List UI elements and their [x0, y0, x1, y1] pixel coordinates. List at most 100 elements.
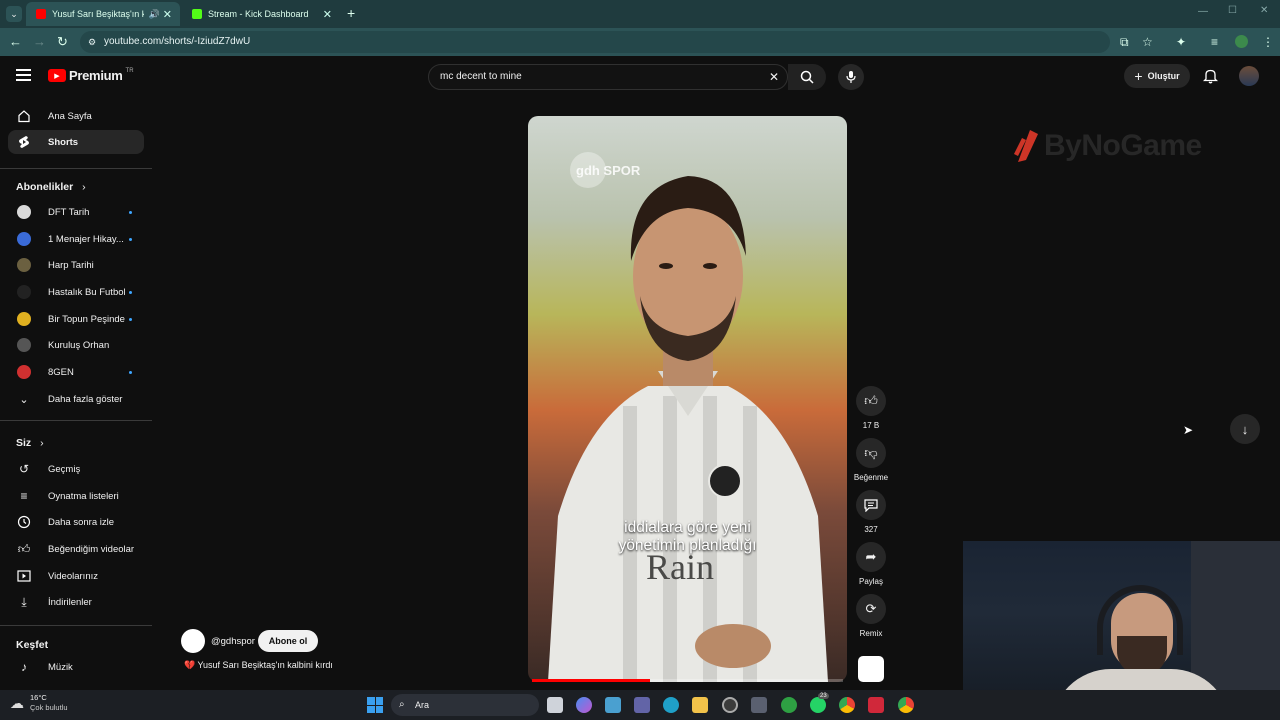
address-bar[interactable]: ⚙ youtube.com/shorts/-IziudZ7dwU	[80, 31, 1110, 53]
channel-avatar[interactable]	[181, 629, 205, 653]
app-icon[interactable]	[868, 697, 884, 713]
install-app-icon[interactable]: ⧉	[1120, 35, 1129, 50]
window-close-button[interactable]: ✕	[1260, 5, 1268, 16]
search-icon	[800, 70, 814, 84]
notifications-bell-icon[interactable]	[1202, 68, 1219, 89]
sidebar-item-shorts[interactable]: Shorts	[8, 130, 144, 154]
microphone-icon	[846, 71, 856, 83]
sidebar-item-liked[interactable]: 👍︎ Beğendiğim videolar	[8, 537, 144, 561]
start-button[interactable]	[367, 697, 383, 713]
chrome-profile-icon[interactable]	[898, 697, 914, 713]
window-minimize-button[interactable]: —	[1198, 6, 1208, 17]
sidebar-item-subscription[interactable]: 8GEN	[8, 360, 144, 384]
taskbar-search-box[interactable]: ⌕ Ara	[391, 694, 539, 716]
sidebar-item-subscription[interactable]: DFT Tarih	[8, 200, 144, 224]
explore-heading: Keşfet	[16, 639, 48, 651]
subscriptions-heading[interactable]: Abonelikler ›	[16, 181, 86, 193]
channel-thumbnail-avatar[interactable]	[858, 656, 884, 682]
weather-widget[interactable]: ☁ 16°C Çok bulutlu	[10, 693, 68, 713]
sidebar-item-watch-later[interactable]: Daha sonra izle	[8, 510, 144, 534]
playlists-icon: ≡	[20, 489, 28, 503]
forward-arrow-icon[interactable]: →	[33, 34, 46, 49]
tab-list-icon[interactable]: ⌄	[6, 6, 22, 22]
shorts-video-player[interactable]: gdh SPOR iddialara göre yeni yönetimin p…	[528, 116, 847, 682]
video-frame-illustration	[548, 176, 828, 682]
whatsapp-icon[interactable]	[810, 697, 826, 713]
sidebar-item-label: Oynatma listeleri	[48, 490, 119, 502]
tab-youtube[interactable]: Yusuf Sarı Beşiktaş'ın kal... 🔊 ✕	[26, 2, 180, 26]
extensions-icon[interactable]: ✦	[1176, 35, 1186, 49]
channel-avatar	[17, 338, 31, 352]
channel-avatar	[17, 205, 31, 219]
tab-audio-icon[interactable]: 🔊	[149, 9, 160, 20]
search-input[interactable]: mc decent to mine ✕	[428, 64, 788, 90]
bookmark-star-icon[interactable]: ☆	[1142, 35, 1153, 49]
remix-button[interactable]: ⟳ Remix	[856, 594, 886, 638]
chrome-icon[interactable]	[839, 697, 855, 713]
app-icon[interactable]	[605, 697, 621, 713]
edge-icon[interactable]	[663, 697, 679, 713]
weather-temp: 16°C	[30, 693, 47, 702]
tab-close-icon[interactable]: ✕	[323, 8, 332, 21]
you-heading[interactable]: Siz ›	[16, 437, 44, 449]
youtube-logo[interactable]: ▶ Premium TR	[48, 68, 134, 83]
channel-avatar	[17, 232, 31, 246]
sidebar-item-subscription[interactable]: 1 Menajer Hikay...	[8, 227, 144, 251]
profile-avatar[interactable]	[1235, 35, 1248, 48]
voice-search-button[interactable]	[838, 64, 864, 90]
teams-icon[interactable]	[634, 697, 650, 713]
subscribe-button[interactable]: Abone ol	[258, 630, 318, 652]
comments-button[interactable]: 327	[856, 490, 886, 534]
dislike-button[interactable]: 👎︎ Beğenme	[854, 438, 888, 482]
channel-handle[interactable]: @gdhspor	[211, 636, 255, 647]
thumbs-up-icon: 👍︎	[17, 541, 31, 556]
create-button[interactable]: + Oluştur	[1124, 64, 1190, 88]
site-info-icon[interactable]: ⚙	[88, 31, 96, 53]
sidebar-item-subscription[interactable]: Kuruluş Orhan	[8, 333, 144, 357]
show-more-button[interactable]: ⌄ Daha fazla göster	[8, 387, 144, 411]
search-button[interactable]	[788, 64, 826, 90]
reload-icon[interactable]: ↻	[57, 34, 68, 50]
channel-avatar	[17, 258, 31, 272]
tab-kick[interactable]: Stream - Kick Dashboard ✕	[182, 2, 340, 26]
taskbar-search-label: Ara	[415, 700, 430, 710]
media-control-icon[interactable]: ≡	[1211, 35, 1218, 49]
browser-menu-icon[interactable]: ⋮	[1262, 35, 1274, 49]
short-title[interactable]: 💔 Yusuf Sarı Beşiktaş'ın kalbini kırdı	[184, 660, 333, 671]
sidebar-item-subscription[interactable]: Bir Topun Peşinde	[8, 307, 144, 331]
sidebar-item-playlists[interactable]: ≡ Oynatma listeleri	[8, 484, 144, 508]
share-button[interactable]: ➦ Paylaş	[856, 542, 886, 586]
obs-icon[interactable]	[722, 697, 738, 713]
new-tab-button[interactable]: +	[347, 5, 355, 21]
clear-search-icon[interactable]: ✕	[769, 65, 779, 89]
windows-logo-icon	[367, 697, 375, 705]
hamburger-menu-icon[interactable]	[16, 69, 31, 81]
tab-close-icon[interactable]: ✕	[163, 8, 172, 21]
sidebar-item-your-videos[interactable]: Videolarınız	[8, 564, 144, 588]
sidebar-item-label: Ana Sayfa	[48, 110, 92, 122]
copilot-icon[interactable]	[576, 697, 592, 713]
sidebar-item-downloads[interactable]: ⤓ İndirilenler	[8, 590, 144, 614]
sidebar-item-label: Beğendiğim videolar	[48, 543, 135, 555]
sidebar-item-home[interactable]: Ana Sayfa	[8, 104, 144, 128]
sidebar-item-subscription[interactable]: Hastalık Bu Futbol	[8, 280, 144, 304]
account-avatar[interactable]	[1239, 66, 1259, 86]
windows-taskbar: ☁ 16°C Çok bulutlu ⌕ Ara 23	[0, 690, 1280, 720]
app-grid-icon[interactable]	[751, 697, 767, 713]
sidebar-item-history[interactable]: ↺ Geçmiş	[8, 457, 144, 481]
sidebar-item-subscription[interactable]: Harp Tarihi	[8, 253, 144, 277]
next-short-button[interactable]: ↓	[1230, 414, 1260, 444]
like-button[interactable]: 👍︎ 17 B	[856, 386, 886, 430]
remix-icon: ⟳	[865, 601, 877, 616]
music-icon: ♪	[21, 660, 27, 674]
video-progress-bar[interactable]	[532, 679, 651, 682]
sidebar-item-label: Harp Tarihi	[48, 259, 94, 271]
sidebar-item-label: Videolarınız	[48, 570, 98, 582]
file-explorer-icon[interactable]	[692, 697, 708, 713]
window-maximize-button[interactable]: ☐	[1228, 5, 1237, 16]
task-view-icon[interactable]	[547, 697, 563, 713]
plus-icon: +	[1134, 68, 1143, 84]
back-arrow-icon[interactable]: ←	[9, 34, 22, 49]
sidebar-item-music[interactable]: ♪ Müzik	[8, 655, 144, 679]
xbox-icon[interactable]	[781, 697, 797, 713]
